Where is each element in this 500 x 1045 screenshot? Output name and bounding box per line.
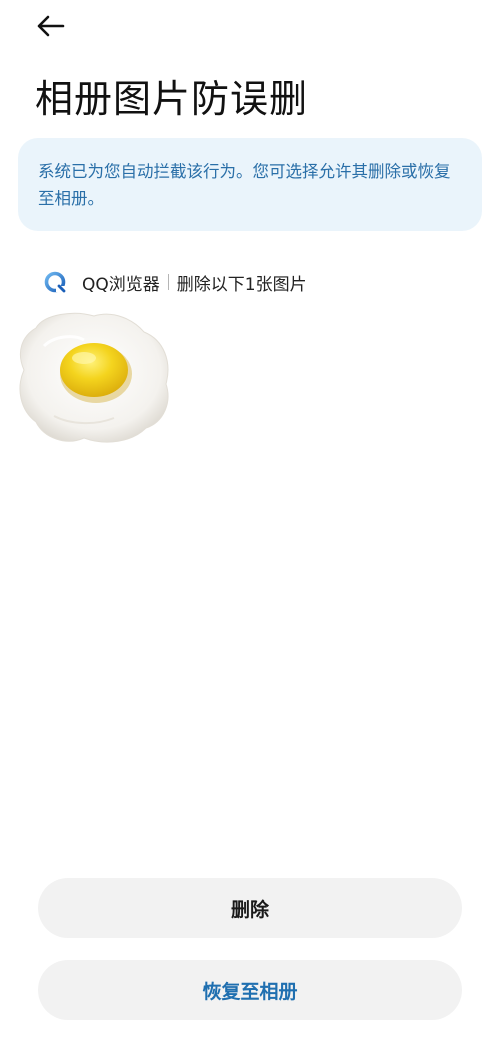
page-title: 相册图片防误删	[35, 77, 309, 121]
fried-egg-image	[19, 312, 169, 443]
qq-browser-icon	[40, 267, 70, 297]
restore-to-album-button[interactable]: 恢复至相册	[38, 960, 462, 1020]
source-description: 删除以下1张图片	[176, 274, 307, 295]
notice-card: 系统已为您自动拦截该行为。您可选择允许其删除或恢复至相册。	[18, 138, 482, 231]
notice-text: 系统已为您自动拦截该行为。您可选择允许其删除或恢复至相册。	[38, 162, 451, 208]
arrow-left-icon	[37, 15, 65, 37]
source-divider	[167, 274, 169, 290]
source-app-name: QQ浏览器	[82, 274, 160, 295]
delete-button[interactable]: 删除	[38, 878, 462, 938]
back-button[interactable]	[30, 8, 70, 44]
source-row: QQ浏览器 删除以下1张图片	[40, 266, 307, 298]
photo-thumbnail[interactable]	[14, 306, 174, 451]
